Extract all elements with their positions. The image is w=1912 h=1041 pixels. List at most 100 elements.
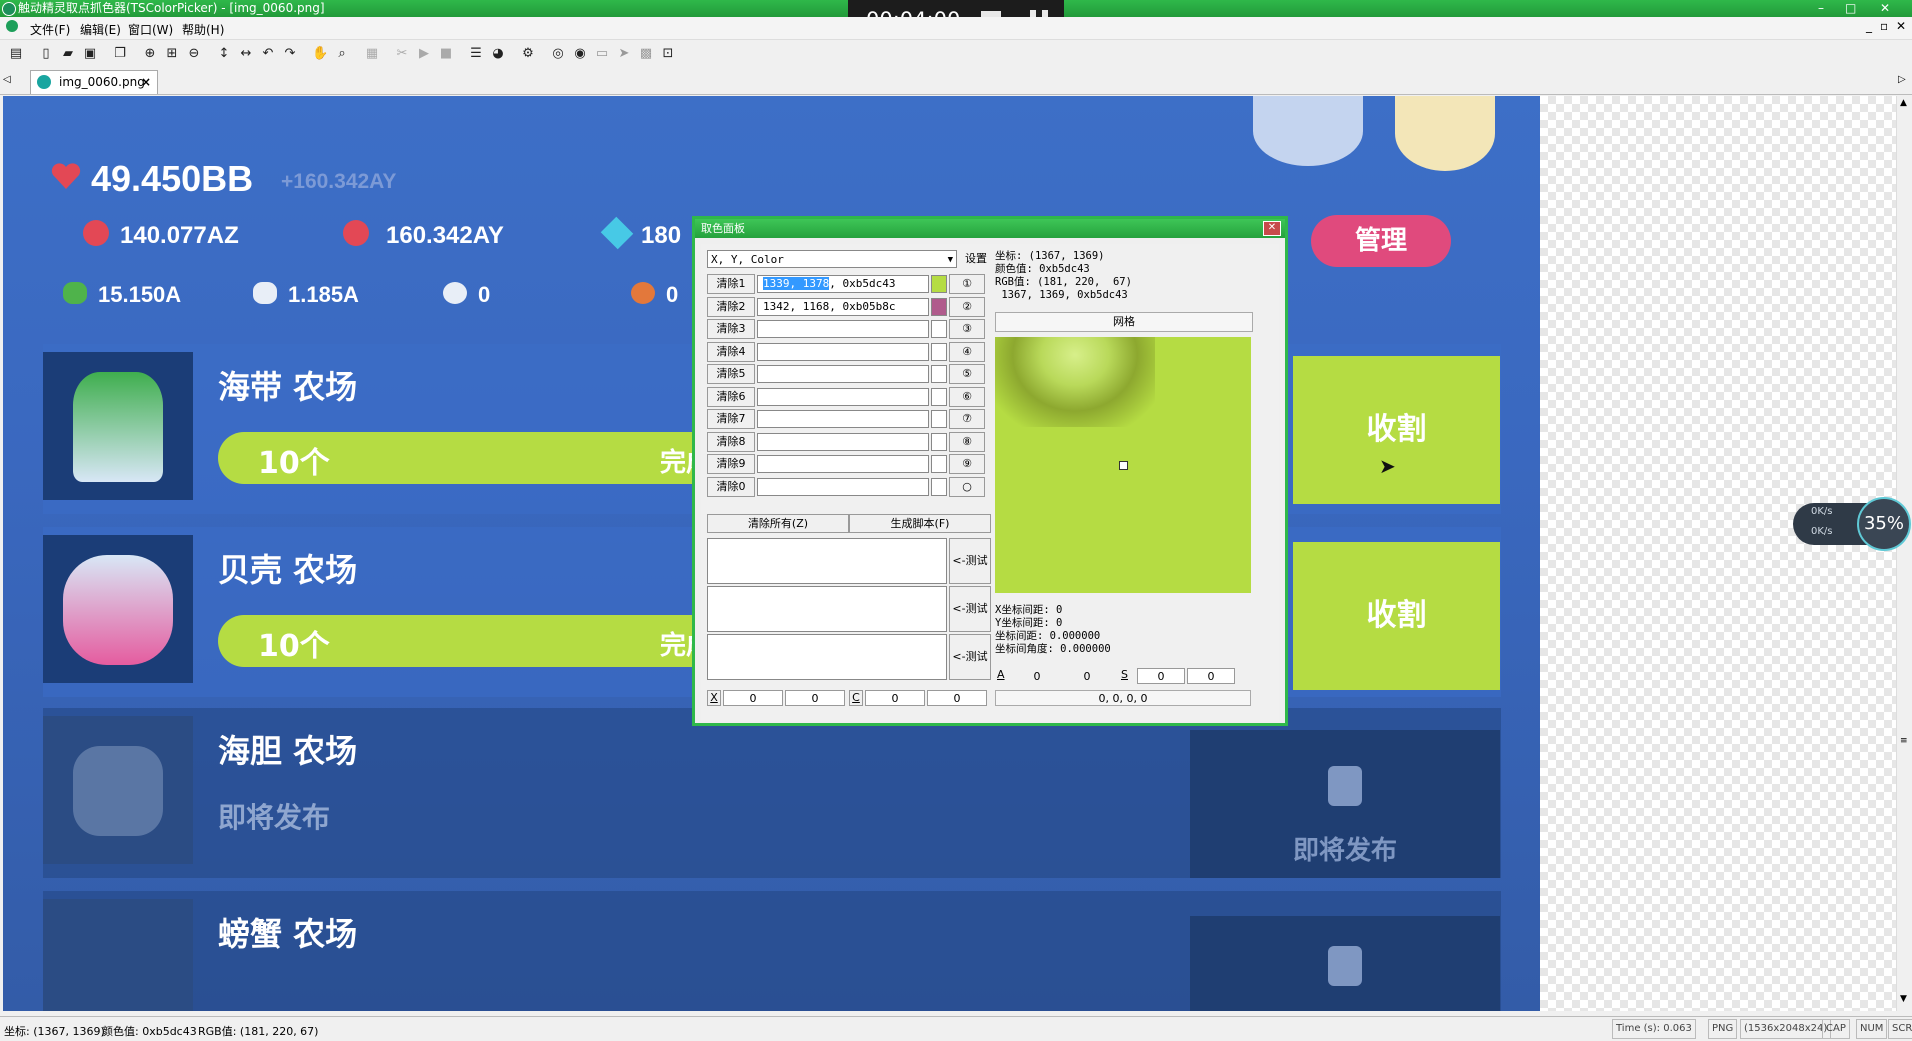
- slot-value-field[interactable]: 1342, 1168, 0xb05b8c: [757, 297, 929, 316]
- pointer-icon[interactable]: ➤: [616, 46, 632, 62]
- clear-slot-button[interactable]: 清除8: [707, 431, 755, 452]
- app-menu-icon[interactable]: [6, 20, 18, 32]
- c-field-2[interactable]: 0: [927, 690, 987, 706]
- mdi-minimize-icon[interactable]: _: [1866, 19, 1872, 33]
- slot-number-button[interactable]: ⑦: [949, 409, 985, 429]
- settings-gear-icon[interactable]: ⚙: [520, 46, 536, 62]
- slot-number-button[interactable]: ⑤: [949, 364, 985, 384]
- magnifier-icon[interactable]: ⌕: [334, 46, 350, 62]
- script-textbox-1[interactable]: [707, 538, 947, 584]
- mdi-restore-icon[interactable]: ▫: [1880, 19, 1888, 33]
- status-rgb: RGB值: (181, 220, 67): [198, 1025, 319, 1038]
- clear-slot-button[interactable]: 清除6: [707, 386, 755, 407]
- harvest-button[interactable]: 收割: [1293, 356, 1500, 504]
- window-icon[interactable]: ▭: [594, 46, 610, 62]
- clear-slot-button[interactable]: 清除7: [707, 409, 755, 429]
- clear-slot-button[interactable]: 清除0: [707, 476, 755, 497]
- slot-value-field[interactable]: [757, 477, 929, 496]
- tab-close-icon[interactable]: ×: [141, 71, 151, 93]
- clear-slot-button[interactable]: 清除1: [707, 274, 755, 294]
- zoom-in-icon[interactable]: ⊕: [142, 46, 158, 62]
- menu-edit[interactable]: 编辑(E): [80, 21, 121, 38]
- rotate-left-icon[interactable]: ↶: [260, 46, 276, 62]
- slot-number-button[interactable]: ⑨: [949, 454, 985, 474]
- slot-value-field[interactable]: [757, 432, 929, 451]
- test-button-2[interactable]: <-测试: [949, 586, 991, 632]
- manage-button[interactable]: 管理: [1311, 215, 1451, 267]
- hand-tool-icon[interactable]: ✋: [312, 46, 328, 62]
- grid-toggle[interactable]: 网格: [995, 312, 1253, 332]
- s-field-2[interactable]: 0: [1187, 668, 1235, 684]
- new-file-icon[interactable]: ▯: [38, 46, 54, 62]
- slot-value-field[interactable]: [757, 455, 929, 473]
- mdi-close-icon[interactable]: ✕: [1896, 19, 1906, 33]
- clear-slot-button[interactable]: 清除3: [707, 319, 755, 339]
- clear-slot-button[interactable]: 清除4: [707, 341, 755, 362]
- maximize-button[interactable]: □: [1845, 0, 1856, 16]
- vertical-scrollbar[interactable]: ▲ ≡ ▼: [1896, 96, 1912, 1011]
- clear-slot-button[interactable]: 清除2: [707, 296, 755, 317]
- dialog-titlebar: 取色面板 ✕: [695, 219, 1285, 238]
- generate-script-button[interactable]: 生成脚本(F): [849, 514, 991, 533]
- clear-slot-button[interactable]: 清除9: [707, 454, 755, 474]
- slot-value-field[interactable]: [757, 365, 929, 383]
- x-field-1[interactable]: 0: [723, 690, 783, 706]
- farm-count: 10个: [258, 629, 330, 664]
- test-button-1[interactable]: <-测试: [949, 538, 991, 584]
- flip-horizontal-icon[interactable]: ↔: [238, 46, 254, 62]
- tab-scroll-right-icon[interactable]: ▷: [1898, 74, 1906, 85]
- slot-value-field[interactable]: [757, 410, 929, 428]
- capture-device-icon[interactable]: ◉: [572, 46, 588, 62]
- script-textbox-2[interactable]: [707, 586, 947, 632]
- slot-number-button[interactable]: ④: [949, 341, 985, 362]
- palette-icon[interactable]: ◕: [490, 46, 506, 62]
- list-icon[interactable]: ☰: [468, 46, 484, 62]
- settings-button[interactable]: 设置: [961, 248, 991, 270]
- status-coord: 坐标: (1367, 1369): [4, 1025, 105, 1038]
- dialog-close-icon[interactable]: ✕: [1263, 221, 1281, 236]
- menu-file[interactable]: 文件(F): [30, 21, 70, 38]
- slot-number-button[interactable]: ①: [949, 274, 985, 294]
- tab-scroll-left-icon[interactable]: ◁: [3, 74, 11, 85]
- tab-img-0060[interactable]: img_0060.png ×: [30, 70, 158, 94]
- x-field-2[interactable]: 0: [785, 690, 845, 706]
- slot-number-button[interactable]: ⑥: [949, 386, 985, 407]
- clear-all-button[interactable]: 清除所有(Z): [707, 514, 849, 533]
- save-icon[interactable]: ▣: [82, 46, 98, 62]
- clear-slot-button[interactable]: 清除5: [707, 364, 755, 384]
- flip-vertical-icon[interactable]: ↕: [216, 46, 232, 62]
- slot-value-field[interactable]: [757, 342, 929, 361]
- slot-number-button[interactable]: ③: [949, 319, 985, 339]
- minimize-button[interactable]: –: [1818, 0, 1824, 16]
- zoom-fit-icon[interactable]: ⊞: [164, 46, 180, 62]
- slot-number-button[interactable]: ②: [949, 296, 985, 317]
- copy-icon[interactable]: ❐: [112, 46, 128, 62]
- urchin-icon: [443, 282, 467, 304]
- capture-icon[interactable]: ◎: [550, 46, 566, 62]
- test-button-3[interactable]: <-测试: [949, 634, 991, 680]
- zoom-out-icon[interactable]: ⊖: [186, 46, 202, 62]
- script-icon[interactable]: ▤: [8, 46, 24, 62]
- slot-value-field[interactable]: 1339, 1378, 0xb5dc43: [757, 275, 929, 293]
- script-textbox-3[interactable]: [707, 634, 947, 680]
- s-field-1[interactable]: 0: [1137, 668, 1185, 684]
- crop-icon[interactable]: ⊡: [660, 46, 676, 62]
- mode-select[interactable]: X, Y, Color ▼: [707, 250, 957, 268]
- slot-value-field[interactable]: [757, 320, 929, 338]
- menu-help[interactable]: 帮助(H): [182, 21, 224, 38]
- a-field-2[interactable]: 0: [1063, 668, 1111, 684]
- c-field-1[interactable]: 0: [865, 690, 925, 706]
- harvest-button[interactable]: 收割: [1293, 542, 1500, 690]
- rotate-right-icon[interactable]: ↷: [282, 46, 298, 62]
- open-folder-icon[interactable]: ▰: [60, 46, 76, 62]
- heart-hand-icon: [83, 220, 109, 246]
- slot-value-field[interactable]: [757, 387, 929, 406]
- close-button[interactable]: ✕: [1880, 0, 1890, 16]
- slot-number-button[interactable]: ○: [949, 476, 985, 497]
- a-field-1[interactable]: 0: [1013, 668, 1061, 684]
- love-rate: +160.342AY: [281, 170, 397, 193]
- slot-number-button[interactable]: ⑧: [949, 431, 985, 452]
- menu-window[interactable]: 窗口(W): [128, 21, 173, 38]
- region-icon[interactable]: ▩: [638, 46, 654, 62]
- distance-info: X坐标间距: 0 Y坐标间距: 0 坐标间距: 0.000000 坐标间角度: …: [995, 604, 1111, 655]
